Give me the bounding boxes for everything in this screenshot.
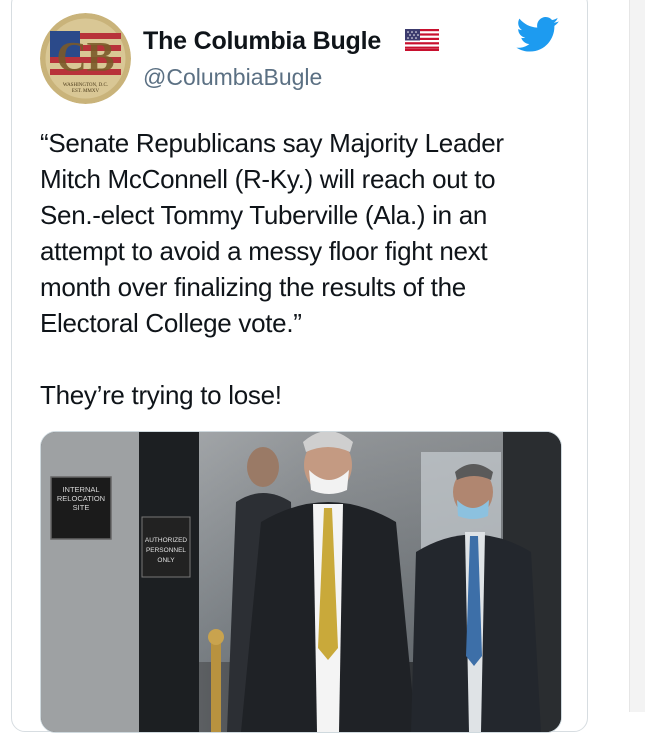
avatar-caption-2: EST. MMXV [72, 89, 100, 94]
sign-left-line-2: RELOCATION [57, 494, 105, 503]
scrollbar-track[interactable] [629, 0, 645, 712]
display-name[interactable]: The Columbia Bugle [143, 27, 381, 56]
tweet-text: “Senate Republicans say Majority Leader … [40, 125, 570, 413]
account-handle[interactable]: @ColumbiaBugle [143, 64, 322, 91]
us-flag-icon [405, 29, 439, 51]
sign-door-line-2: PERSONNEL [146, 547, 186, 554]
tweet-quote: “Senate Republicans say Majority Leader … [40, 128, 504, 338]
sign-left-line-1: INTERNAL [62, 485, 99, 494]
twitter-bird-icon[interactable] [516, 17, 560, 53]
sign-door-line-3: ONLY [157, 557, 175, 564]
sign-left-line-3: SITE [73, 503, 90, 512]
sign-door-line-1: AUTHORIZED [145, 537, 188, 544]
tweet-photo[interactable]: INTERNAL RELOCATION SITE AUTHORIZED PERS… [40, 431, 562, 733]
avatar-caption: WASHINGTON, D.C. [63, 83, 108, 88]
avatar-monogram: CB [56, 35, 114, 81]
profile-avatar[interactable]: CB WASHINGTON, D.C. EST. MMXV [40, 13, 131, 104]
tweet-comment: They’re trying to lose! [40, 380, 282, 410]
